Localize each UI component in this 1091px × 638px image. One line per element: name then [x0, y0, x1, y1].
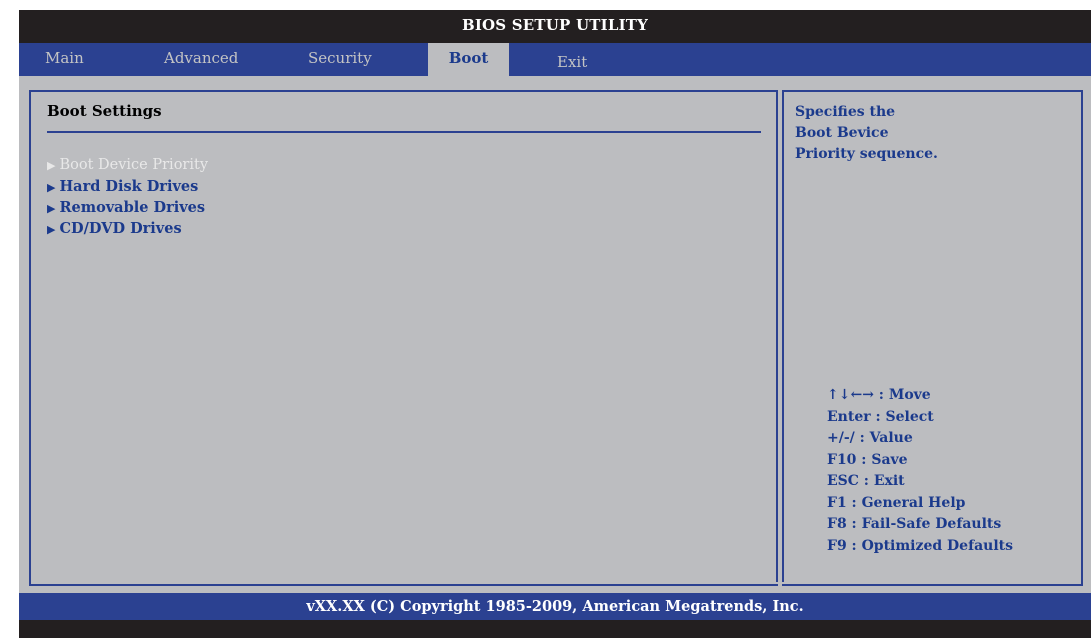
copyright-footer: vXX.XX (C) Copyright 1985-2009, American…	[19, 593, 1091, 620]
section-title: Boot Settings	[47, 102, 162, 120]
menu-item-hard-disk-drives[interactable]: ▶ Hard Disk Drives	[47, 178, 198, 195]
help-line: Priority sequence.	[795, 146, 938, 162]
tab-exit[interactable]: Exit	[557, 47, 617, 77]
bios-window: BIOS SETUP UTILITY Main Advanced Securit…	[19, 10, 1091, 638]
triangle-right-icon: ▶	[47, 181, 56, 194]
section-divider	[47, 131, 761, 133]
tab-security[interactable]: Security	[308, 43, 398, 73]
key-hint-general-help: F1 : General Help	[827, 494, 966, 511]
menu-item-cd-dvd-drives[interactable]: ▶ CD/DVD Drives	[47, 220, 182, 237]
help-line: Specifies the	[795, 104, 896, 120]
tab-advanced[interactable]: Advanced	[164, 43, 264, 73]
menu-item-label: Removable Drives	[59, 199, 206, 216]
menu-item-boot-device-priority[interactable]: ▶ Boot Device Priority	[47, 157, 208, 173]
key-hint-fail-safe: F8 : Fail-Safe Defaults	[827, 516, 1002, 532]
help-line: Boot Bevice	[795, 125, 889, 141]
tab-main[interactable]: Main	[45, 43, 105, 73]
key-hint-move: ↑↓←→ : Move	[827, 387, 931, 403]
triangle-right-icon: ▶	[47, 223, 56, 236]
key-hint-select: Enter : Select	[827, 408, 934, 425]
key-legend: ↑↓←→ : Move Enter : Select +/-/ : Value …	[827, 387, 1077, 559]
triangle-right-icon: ▶	[47, 202, 56, 215]
menu-item-label: Boot Device Priority	[59, 157, 209, 173]
key-hint-exit: ESC : Exit	[827, 473, 905, 489]
menu-item-label: CD/DVD Drives	[59, 220, 182, 237]
content-area: Boot Settings ▶ Boot Device Priority ▶ Har…	[19, 76, 1091, 593]
key-hint-value: +/-/ : Value	[827, 430, 913, 446]
menu-item-removable-drives[interactable]: ▶ Removable Drives	[47, 199, 205, 216]
triangle-right-icon: ▶	[47, 159, 56, 172]
key-hint-save: F10 : Save	[827, 451, 908, 468]
menu-item-label: Hard Disk Drives	[59, 178, 199, 195]
window-title: BIOS SETUP UTILITY	[461, 16, 649, 34]
help-description: Specifies the Boot Bevice Priority seque…	[795, 102, 1065, 165]
key-hint-optimized: F9 : Optimized Defaults	[827, 537, 1014, 554]
